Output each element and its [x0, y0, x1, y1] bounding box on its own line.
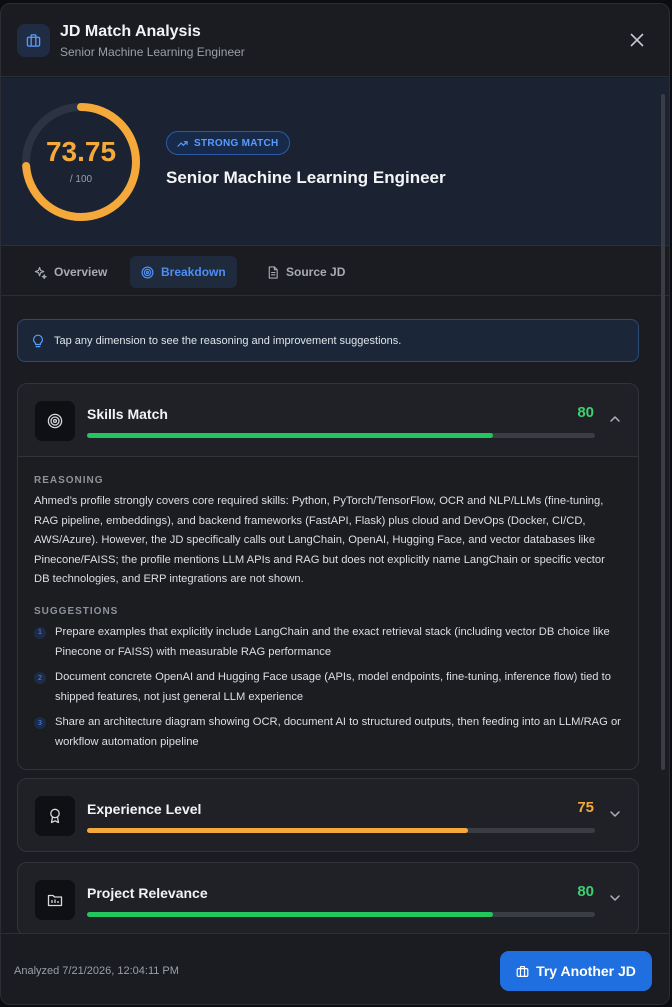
suggestion-item: 1 Prepare examples that explicitly inclu…	[34, 623, 622, 662]
dimension-header-experience-level[interactable]: Experience Level 75	[18, 779, 638, 851]
suggestion-item: 3 Share an architecture diagram showing …	[34, 713, 622, 752]
tab-source-jd[interactable]: Source JD	[256, 256, 356, 288]
chevron-down-icon	[610, 895, 620, 901]
dimension-score: 75	[577, 799, 594, 816]
suggestion-number: 2	[34, 672, 46, 685]
jd-match-modal: JD Match Analysis Senior Machine Learnin…	[0, 3, 670, 1005]
dimension-score: 80	[577, 883, 594, 900]
analyzed-timestamp: Analyzed 7/21/2026, 12:04:11 PM	[14, 965, 179, 977]
document-icon	[268, 265, 278, 279]
dimension-name: Project Relevance	[87, 885, 208, 901]
tab-breakdown-label: Breakdown	[161, 265, 226, 279]
tab-bar: Overview Breakdown Source JD	[1, 246, 669, 296]
dimension-card-skills-match: Skills Match 80 REASONING Ahmed’s profil…	[17, 383, 639, 770]
dimension-progress-fill	[87, 912, 494, 917]
dimension-progress-fill	[87, 828, 468, 833]
close-button[interactable]	[627, 30, 647, 50]
job-title: Senior Machine Learning Engineer	[166, 168, 446, 187]
try-another-jd-button[interactable]: Try Another JD	[500, 951, 652, 991]
suggestion-number: 3	[34, 717, 46, 730]
scrollbar[interactable]	[661, 94, 665, 770]
breakdown-content: Tap any dimension to see the reasoning a…	[1, 297, 669, 933]
folder-icon	[35, 880, 75, 920]
dimension-header-skills-match[interactable]: Skills Match 80	[18, 384, 638, 456]
tab-overview[interactable]: Overview	[23, 256, 118, 288]
dimension-card-project-relevance: Project Relevance 80	[17, 862, 639, 933]
reasoning-text: Ahmed’s profile strongly covers core req…	[34, 495, 605, 586]
dimension-progress-bar	[87, 912, 595, 917]
target-icon	[141, 266, 154, 278]
chevron-down-icon	[610, 811, 620, 817]
dimension-details: REASONING Ahmed’s profile strongly cover…	[18, 456, 638, 769]
target-icon	[35, 401, 75, 441]
score-max: / 100	[69, 174, 93, 185]
suggestion-item: 2 Document concrete OpenAI and Hugging F…	[34, 668, 622, 707]
dimension-progress-bar	[87, 828, 595, 833]
suggestion-text: Prepare examples that explicitly include…	[55, 625, 610, 658]
sparkle-icon	[34, 266, 47, 279]
dimension-score: 80	[577, 404, 594, 421]
award-icon	[35, 796, 75, 836]
overall-score: 73.75	[45, 136, 117, 167]
match-badge-label: STRONG MATCH	[194, 137, 279, 149]
modal-footer: Analyzed 7/21/2026, 12:04:11 PM Try Anot…	[1, 933, 669, 1004]
modal-subtitle: Senior Machine Learning Engineer	[60, 45, 245, 59]
modal-title: JD Match Analysis	[60, 23, 201, 40]
suggestions-label: SUGGESTIONS	[34, 605, 119, 617]
dimension-progress-fill	[87, 433, 494, 438]
match-badge: STRONG MATCH	[166, 131, 290, 155]
briefcase-icon	[516, 965, 529, 977]
suggestion-number: 1	[34, 626, 46, 639]
dimension-name: Skills Match	[87, 406, 168, 422]
chevron-up-icon	[610, 416, 620, 422]
hint-banner: Tap any dimension to see the reasoning a…	[17, 319, 639, 362]
tab-source-jd-label: Source JD	[286, 265, 346, 279]
try-another-jd-label: Try Another JD	[536, 963, 636, 979]
suggestion-text: Document concrete OpenAI and Hugging Fac…	[55, 671, 611, 703]
tab-breakdown[interactable]: Breakdown	[130, 256, 237, 288]
briefcase-icon	[17, 24, 50, 57]
tab-overview-label: Overview	[54, 265, 108, 279]
dimension-name: Experience Level	[87, 801, 202, 817]
suggestion-text: Share an architecture diagram showing OC…	[55, 716, 621, 748]
lightbulb-icon	[32, 334, 44, 347]
score-summary: 73.75 / 100 STRONG MATCH Senior Machine …	[1, 78, 669, 246]
dimension-card-experience-level: Experience Level 75	[17, 778, 639, 852]
dimension-progress-bar	[87, 433, 595, 438]
hint-text: Tap any dimension to see the reasoning a…	[54, 334, 402, 347]
dimension-header-project-relevance[interactable]: Project Relevance 80	[18, 863, 638, 933]
trending-up-icon	[177, 140, 188, 147]
modal-header: JD Match Analysis Senior Machine Learnin…	[1, 4, 669, 77]
close-icon	[630, 33, 644, 47]
reasoning-label: REASONING	[34, 475, 104, 486]
